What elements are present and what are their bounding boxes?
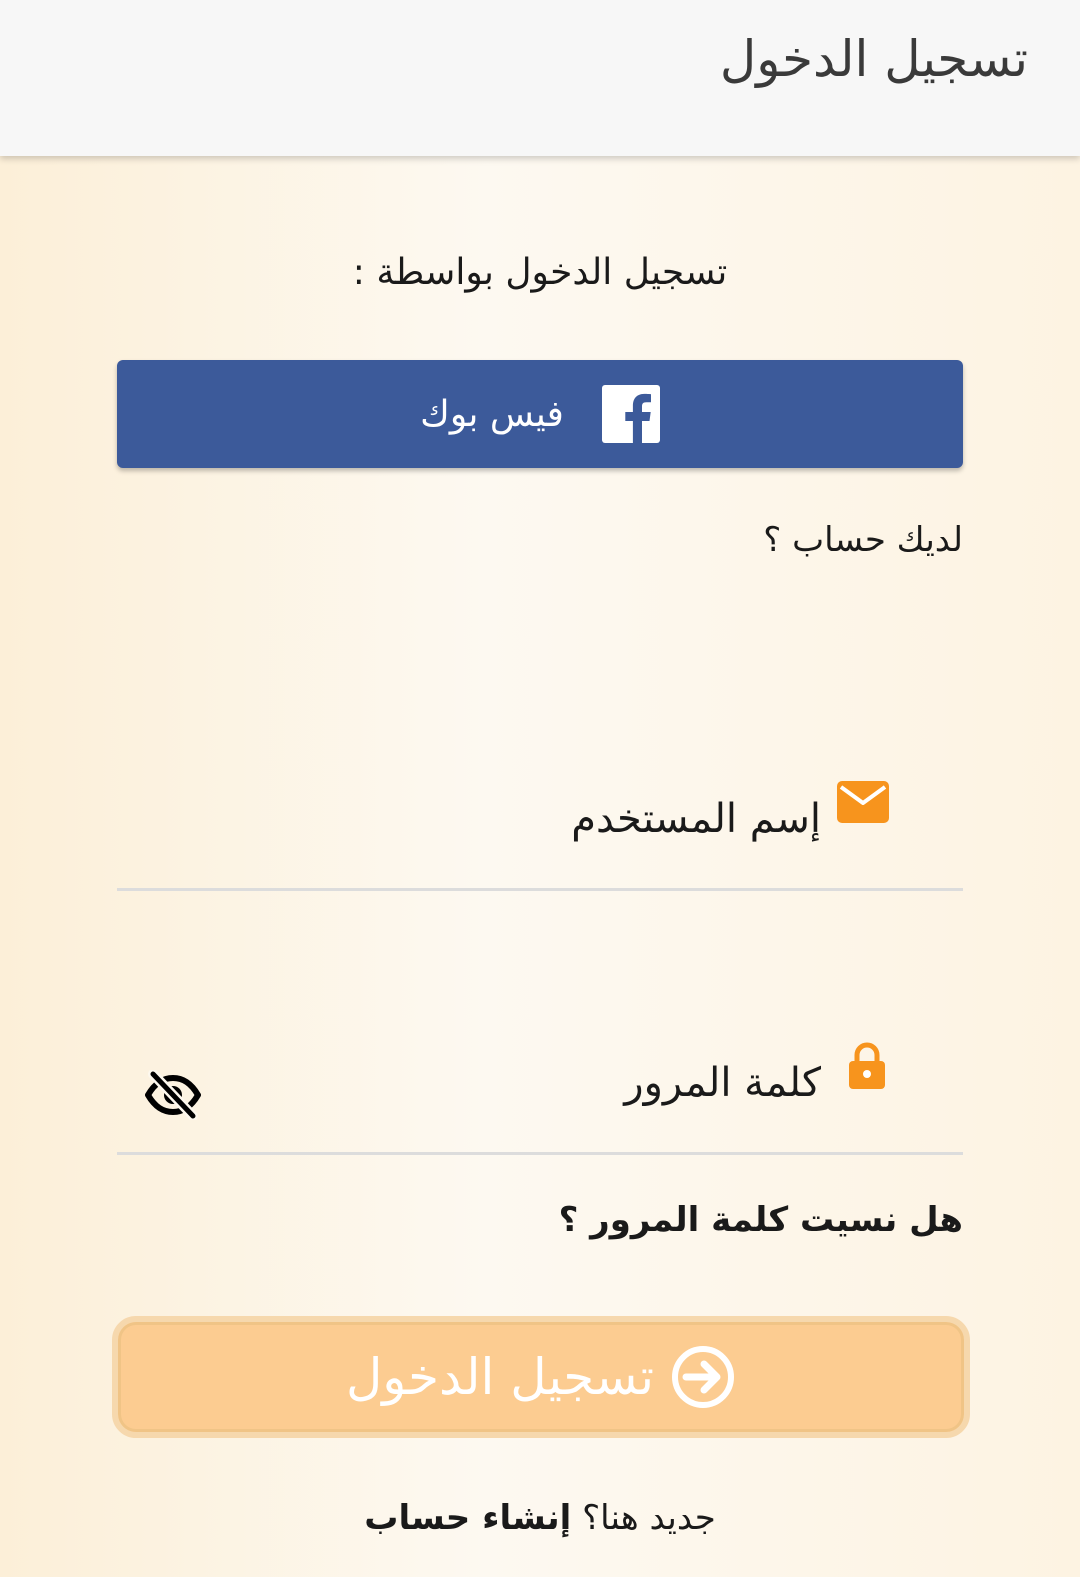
arrow-right-circle-icon — [672, 1346, 735, 1408]
create-account-link[interactable]: إنشاء حساب — [364, 1498, 571, 1538]
have-account-label: لديك حساب ؟ — [763, 520, 963, 560]
password-field — [117, 1042, 963, 1155]
username-field — [117, 778, 963, 891]
facebook-icon — [601, 385, 660, 443]
envelope-icon — [837, 781, 889, 823]
forgot-password-link[interactable]: هل نسيت كلمة المرور ؟ — [559, 1200, 963, 1240]
login-with-label: تسجيل الدخول بواسطة : — [352, 252, 728, 293]
lock-icon — [849, 1042, 885, 1089]
facebook-button-label: فيس بوك — [420, 393, 564, 435]
password-input[interactable] — [219, 1042, 823, 1124]
signup-prompt: جديد هنا؟ — [582, 1498, 716, 1538]
signup-line: جديد هنا؟ إنشاء حساب — [0, 1498, 1080, 1538]
facebook-login-button[interactable]: فيس بوك — [117, 360, 963, 468]
page-title: تسجيل الدخول — [719, 30, 1028, 88]
login-button-label: تسجيل الدخول — [345, 1348, 655, 1406]
username-input[interactable] — [219, 778, 823, 860]
app-bar: تسجيل الدخول — [0, 0, 1080, 156]
eye-off-icon[interactable] — [145, 1070, 201, 1120]
login-button[interactable]: تسجيل الدخول — [112, 1316, 970, 1438]
